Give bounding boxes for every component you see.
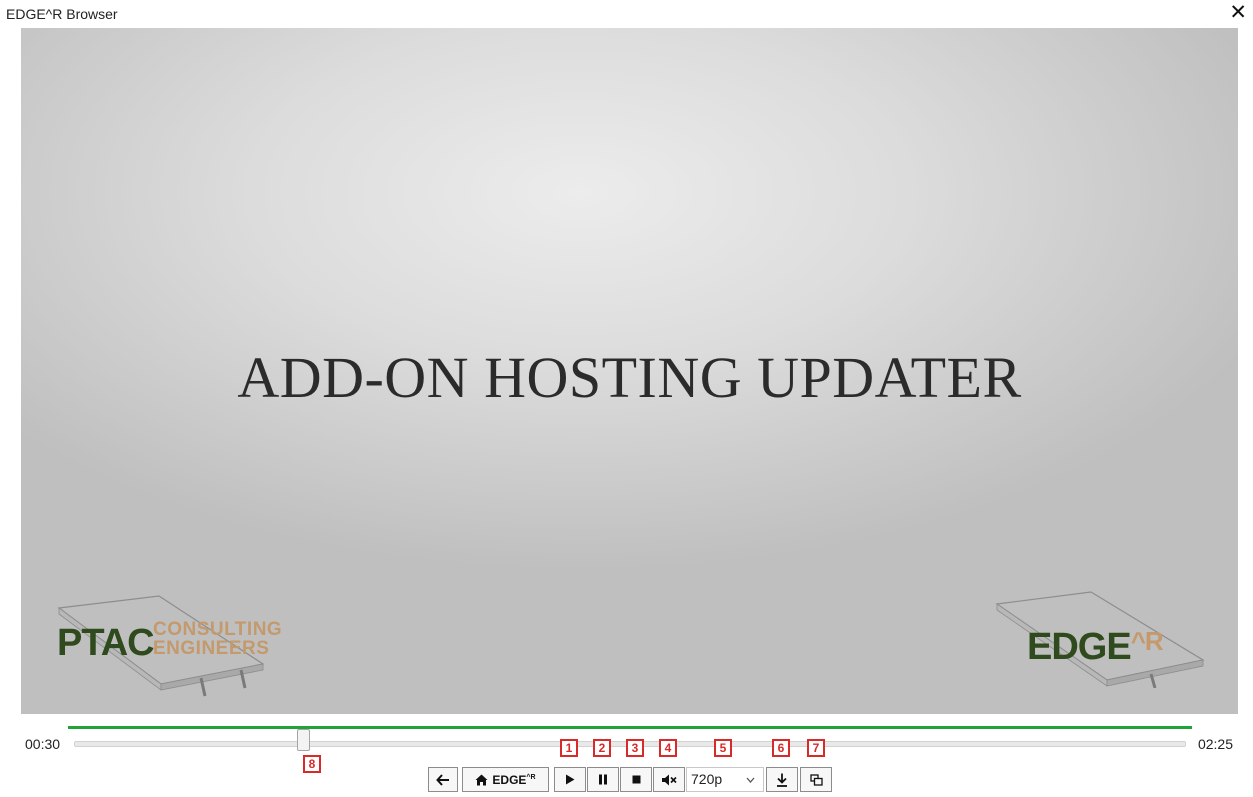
mute-icon xyxy=(662,774,677,785)
window-title: EDGE^R Browser xyxy=(6,6,118,22)
close-icon[interactable]: ✕ xyxy=(1229,1,1247,25)
ptac-logo-text: PTAC xyxy=(57,622,155,664)
marker-1: 1 xyxy=(560,739,578,757)
marker-8: 8 xyxy=(303,755,321,773)
consulting-text: CONSULTING xyxy=(153,619,283,640)
play-icon xyxy=(566,774,575,785)
edge-logo-text: EDGE xyxy=(1027,626,1132,668)
quality-select[interactable]: 720p xyxy=(686,767,764,792)
download-icon xyxy=(777,773,787,787)
marker-4: 4 xyxy=(659,739,677,757)
buffer-progress-bar xyxy=(68,726,1192,729)
marker-5: 5 xyxy=(714,739,732,757)
home-button-label: EDGE xyxy=(492,772,527,787)
marker-7: 7 xyxy=(807,739,825,757)
back-button[interactable] xyxy=(428,767,458,792)
pause-icon xyxy=(599,774,607,785)
popout-icon xyxy=(809,773,823,786)
engineers-text: ENGINEERS xyxy=(153,638,270,659)
edge-logo-sup: ^R xyxy=(1130,626,1164,656)
play-button[interactable] xyxy=(554,767,586,792)
marker-3: 3 xyxy=(626,739,644,757)
marker-2: 2 xyxy=(593,739,611,757)
home-icon xyxy=(475,774,488,785)
current-time: 00:30 xyxy=(25,736,61,752)
edge-logo: EDGE^R xyxy=(991,588,1211,688)
stop-icon xyxy=(632,775,640,784)
ptac-logo: PTAC CONSULTING ENGINEERS xyxy=(51,588,283,698)
home-button-sup: ^R xyxy=(526,773,536,781)
total-time: 02:25 xyxy=(1197,736,1233,752)
video-area[interactable]: ADD-ON HOSTING UPDATER PTAC CONSULTING E… xyxy=(21,28,1238,714)
chevron-down-icon xyxy=(746,768,755,792)
video-headline: ADD-ON HOSTING UPDATER xyxy=(237,345,1022,410)
popout-button[interactable] xyxy=(800,767,832,792)
home-button[interactable]: EDGE^R xyxy=(462,767,549,792)
pause-button[interactable] xyxy=(587,767,619,792)
seek-slider-thumb[interactable] xyxy=(297,729,311,751)
quality-value: 720p xyxy=(691,771,723,787)
arrow-left-icon xyxy=(436,773,449,786)
download-button[interactable] xyxy=(766,767,798,792)
stop-button[interactable] xyxy=(620,767,652,792)
marker-6: 6 xyxy=(772,739,790,757)
mute-button[interactable] xyxy=(653,767,685,792)
title-bar: EDGE^R Browser ✕ xyxy=(0,0,1253,26)
